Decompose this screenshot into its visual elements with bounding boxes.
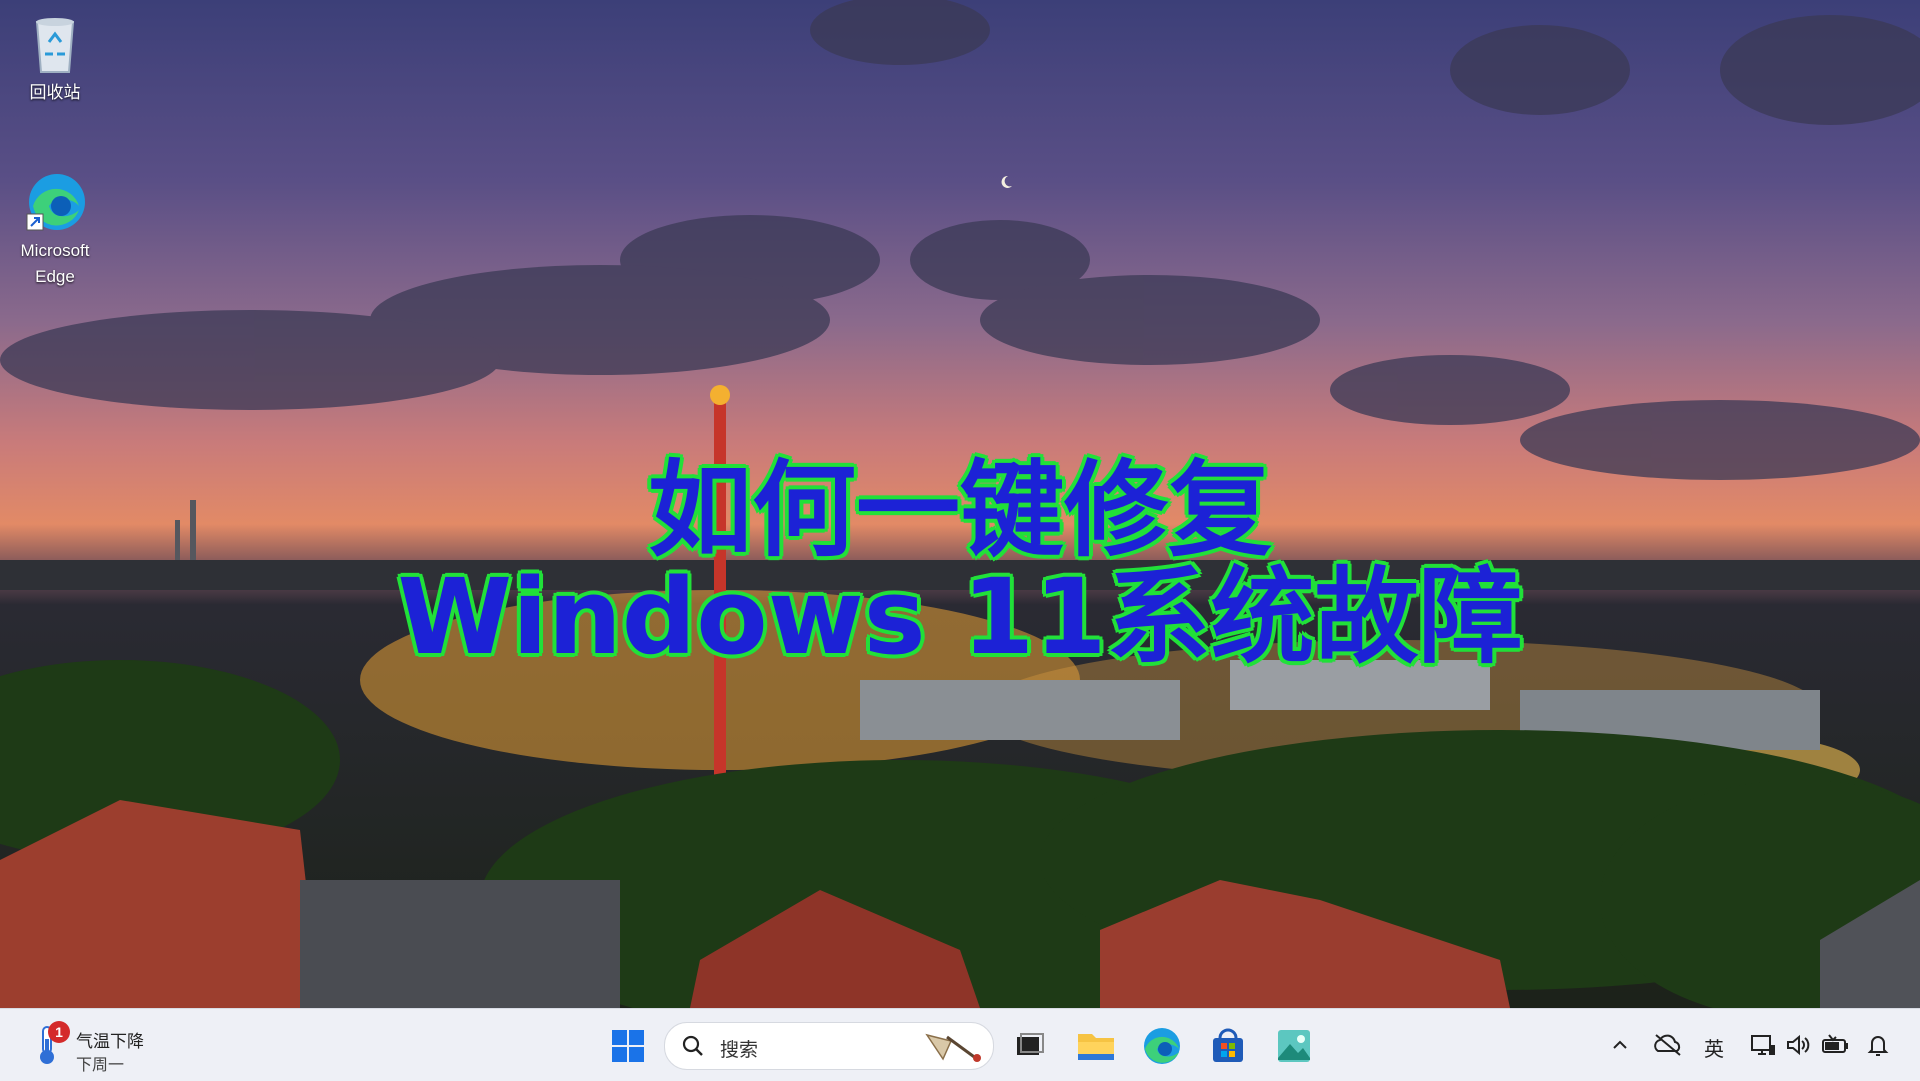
overlay-title-line2: Windows 11系统故障 <box>397 556 1523 678</box>
edge-icon <box>1144 1028 1180 1064</box>
desktop-icon-label: Microsoft Edge <box>20 241 90 286</box>
search-icon <box>682 1035 703 1056</box>
battery-tray-button[interactable] <box>1820 1031 1850 1059</box>
task-view-button[interactable] <box>1004 1022 1052 1070</box>
weather-title: 气温下降 <box>76 1032 144 1051</box>
search-highlight-icon <box>925 1033 981 1062</box>
recycle-bin-icon <box>23 12 87 76</box>
edge-icon <box>23 170 87 234</box>
photos-button[interactable] <box>1270 1022 1318 1070</box>
notification-icon <box>1867 1036 1889 1056</box>
weather-alert-badge: 1 <box>48 1021 70 1043</box>
file-explorer-icon <box>1078 1034 1114 1060</box>
show-hidden-icons-button[interactable] <box>1606 1031 1634 1059</box>
taskbar: 1 气温下降 下周一 搜索 英 <box>0 1008 1920 1081</box>
start-button[interactable] <box>604 1022 652 1070</box>
task-view-icon <box>1017 1033 1044 1055</box>
desktop-icon-label: 回收站 <box>29 83 81 102</box>
display-tray-button[interactable] <box>1748 1031 1778 1059</box>
chevron-up-icon <box>1613 1040 1627 1049</box>
search-placeholder: 搜索 <box>720 1040 759 1061</box>
onedrive-icon <box>1654 1034 1681 1056</box>
volume-tray-button[interactable] <box>1784 1031 1812 1059</box>
volume-icon <box>1787 1034 1810 1056</box>
store-icon <box>1213 1028 1243 1062</box>
store-button[interactable] <box>1204 1022 1252 1070</box>
battery-icon <box>1822 1034 1848 1053</box>
desktop-icon-edge[interactable]: Microsoft Edge <box>5 170 105 290</box>
start-icon <box>612 1030 644 1062</box>
desktop-icon-recycle-bin[interactable]: 回收站 <box>5 12 105 106</box>
taskbar-search-box[interactable]: 搜索 <box>664 1022 994 1070</box>
edge-taskbar-button[interactable] <box>1138 1022 1186 1070</box>
onedrive-tray-button[interactable] <box>1652 1031 1684 1059</box>
file-explorer-button[interactable] <box>1072 1022 1120 1070</box>
photos-icon <box>1278 1030 1310 1062</box>
input-method-indicator[interactable]: 英 <box>1704 1033 1724 1061</box>
display-icon <box>1751 1035 1775 1055</box>
notification-button[interactable] <box>1864 1031 1892 1059</box>
weather-widget[interactable]: 1 气温下降 下周一 <box>26 1017 176 1074</box>
weather-subtitle: 下周一 <box>76 1057 125 1074</box>
